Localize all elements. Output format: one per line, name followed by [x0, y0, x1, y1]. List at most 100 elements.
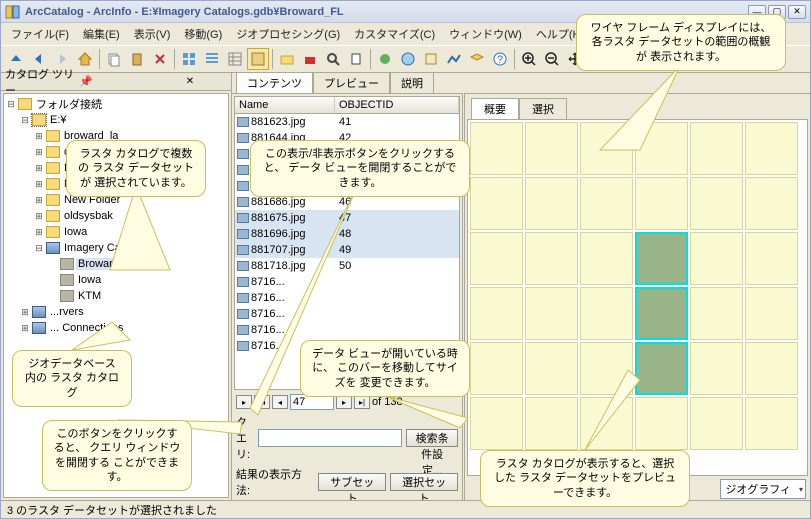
menu-file[interactable]: ファイル(F): [5, 24, 75, 44]
wireframe-tile: [470, 232, 523, 285]
raster-icon: [237, 245, 249, 255]
prev-record-icon[interactable]: ◂: [272, 395, 288, 409]
menu-window[interactable]: ウィンドウ(W): [443, 24, 528, 44]
preview-mode-combo[interactable]: ジオグラフィ: [720, 479, 806, 499]
connect-folder-icon[interactable]: [276, 48, 298, 70]
wireframe-tile: [525, 122, 578, 175]
subtab-overview[interactable]: 概要: [471, 98, 519, 119]
wireframe-tile: [745, 287, 798, 340]
wireframe-tile: [580, 397, 633, 450]
thumbnails-icon[interactable]: [247, 48, 269, 70]
raster-icon: [237, 149, 249, 159]
copy-icon[interactable]: [103, 48, 125, 70]
svg-text:?: ?: [497, 54, 503, 66]
first-record-icon[interactable]: |◂: [254, 395, 270, 409]
callout-5: このボタンをクリックすると、 クエリ ウィンドウを開閉する ことができます。: [42, 420, 192, 491]
tree-node[interactable]: ... Connections: [48, 322, 125, 334]
subset-button[interactable]: サブセット: [318, 473, 386, 491]
menu-customize[interactable]: カスタマイズ(C): [348, 24, 441, 44]
wireframe-tile: [470, 287, 523, 340]
wireframe-tile: [745, 342, 798, 395]
zoom-out-icon[interactable]: [541, 48, 563, 70]
tree-node-broward[interactable]: Broward_FL: [76, 258, 140, 270]
paste-icon[interactable]: [126, 48, 148, 70]
callout-7: ラスタ カタログが表示すると、選択した ラスタ データセットをプレビューできます…: [480, 450, 690, 507]
wireframe-tile: [470, 342, 523, 395]
menu-go[interactable]: 移動(G): [178, 24, 228, 44]
layer-icon[interactable]: [466, 48, 488, 70]
wireframe-tile: [690, 342, 743, 395]
table-row[interactable]: 881707.jpg49: [235, 242, 459, 258]
table-row[interactable]: 8716...: [235, 322, 459, 338]
last-record-icon[interactable]: ▸|: [354, 395, 370, 409]
wireframe-tile: [635, 342, 688, 395]
toolbox-icon[interactable]: [299, 48, 321, 70]
menu-geoprocessing[interactable]: ジオプロセシング(G): [230, 24, 346, 44]
menu-edit[interactable]: 編集(E): [77, 24, 126, 44]
menu-view[interactable]: 表示(V): [128, 24, 177, 44]
pin-icon[interactable]: 📌: [79, 75, 153, 88]
wireframe-tile: [470, 122, 523, 175]
record-count: of 138: [372, 396, 403, 408]
table-row[interactable]: 8716...: [235, 290, 459, 306]
query-row: クエリ: 検索条件設定...: [232, 412, 462, 464]
tree-node[interactable]: KTM: [76, 290, 103, 302]
list-icon[interactable]: [201, 48, 223, 70]
table-row[interactable]: 8716...: [235, 306, 459, 322]
scene-icon[interactable]: [443, 48, 465, 70]
search-settings-button[interactable]: 検索条件設定...: [406, 429, 458, 447]
table-row[interactable]: 881696.jpg48: [235, 226, 459, 242]
large-icons-icon[interactable]: [178, 48, 200, 70]
tree-node[interactable]: Iowa: [76, 274, 103, 286]
close-pane-icon[interactable]: ✕: [153, 75, 227, 89]
preview-area[interactable]: [467, 119, 808, 476]
tree-node[interactable]: Iowa: [62, 226, 89, 238]
map-icon[interactable]: [420, 48, 442, 70]
wireframe-tile: [745, 232, 798, 285]
wireframe-tile: [580, 342, 633, 395]
tab-preview[interactable]: プレビュー: [313, 72, 390, 93]
col-objectid[interactable]: OBJECTID: [335, 97, 459, 113]
callout-2: この表示/非表示ボタンをクリックすると、 データ ビューを開閉することができます…: [250, 140, 470, 197]
model-icon[interactable]: [374, 48, 396, 70]
table-row[interactable]: 881623.jpg41: [235, 114, 459, 130]
zoom-in-icon[interactable]: [518, 48, 540, 70]
raster-icon: [237, 325, 249, 335]
raster-icon: [237, 293, 249, 303]
query-input[interactable]: [258, 429, 402, 447]
tree-node[interactable]: ...rvers: [48, 306, 86, 318]
next-record-icon[interactable]: ▸: [336, 395, 352, 409]
content-tabs: コンテンツ プレビュー 説明: [232, 73, 810, 93]
raster-icon: [237, 277, 249, 287]
tab-description[interactable]: 説明: [390, 72, 434, 93]
preview-column: 概要 選択 ジオグラフィ: [465, 93, 810, 500]
tree-node[interactable]: E:¥: [48, 114, 69, 126]
tree-node[interactable]: oldsysbak: [62, 210, 115, 222]
wireframe-tile: [470, 397, 523, 450]
delete-icon[interactable]: [149, 48, 171, 70]
catalog-tree-header: カタログ ツリー 📌 ✕: [1, 73, 231, 91]
app-icon: [5, 4, 21, 20]
result-label: 結果の表示方法:: [236, 466, 314, 498]
col-name[interactable]: Name: [235, 97, 335, 113]
toggle-view-icon[interactable]: ▸: [236, 395, 252, 409]
subtab-select[interactable]: 選択: [519, 98, 567, 119]
tree-node[interactable]: Imagery Catalogs: [62, 242, 152, 254]
search-icon[interactable]: [322, 48, 344, 70]
wireframe-tile: [635, 122, 688, 175]
globe-icon[interactable]: [397, 48, 419, 70]
table-row[interactable]: 881718.jpg50: [235, 258, 459, 274]
tab-contents[interactable]: コンテンツ: [236, 72, 313, 93]
details-icon[interactable]: [224, 48, 246, 70]
wireframe-tile: [525, 342, 578, 395]
selectset-button[interactable]: 選択セット: [390, 473, 458, 491]
table-row[interactable]: 881675.jpg47: [235, 210, 459, 226]
help-icon[interactable]: ?: [489, 48, 511, 70]
table-row[interactable]: 8716...: [235, 274, 459, 290]
statusbar: 3 のラスタ データセットが選択されました: [1, 500, 810, 518]
python-icon[interactable]: [345, 48, 367, 70]
wireframe-tile: [690, 177, 743, 230]
close-button[interactable]: ✕: [788, 5, 806, 19]
tree-node[interactable]: フォルダ接続: [34, 96, 104, 112]
raster-icon: [237, 165, 249, 175]
